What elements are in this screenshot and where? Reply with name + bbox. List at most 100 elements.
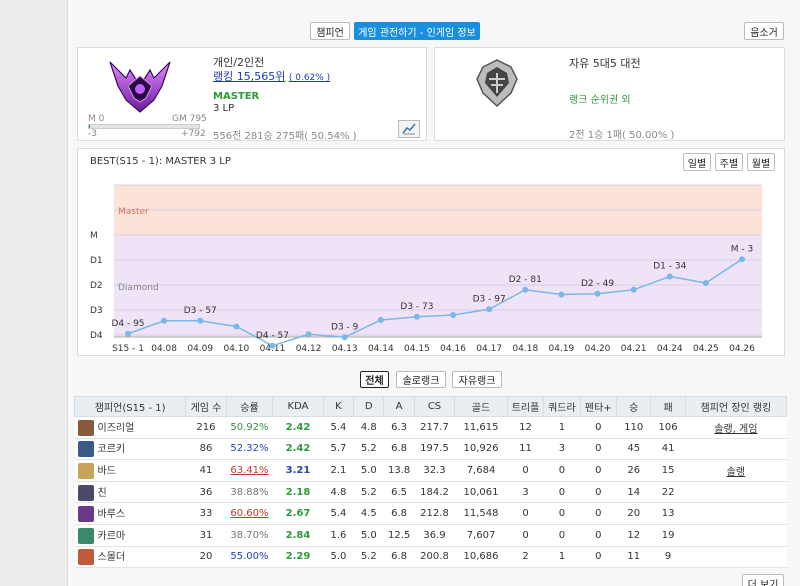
data-point [125,330,131,337]
gold-cell: 7,607 [454,524,508,547]
losses-cell: 9 [650,546,686,569]
mastery-rank-cell[interactable] [685,438,787,461]
data-label: D3 - 73 [400,302,433,312]
data-label: M - 3 [731,244,753,254]
winrate-cell: 60.60% [226,502,273,525]
x-tick-label: 04.21 [621,344,647,354]
bar-max-label: +792 [181,129,206,139]
wins-cell: 14 [616,481,651,504]
wins-cell: 20 [616,502,651,525]
losses-cell: 22 [650,481,686,504]
column-header: 승률 [225,396,274,417]
x-tick-label: 04.10 [223,344,249,354]
champion-portrait-icon [77,419,94,436]
flex-queue-label: 자유 5대5 대전 [569,57,641,70]
y-tick-label: M [90,231,98,241]
champion-cell[interactable]: 친 [74,481,186,504]
assists-cell: 13.8 [383,459,415,482]
mastery-rank-link[interactable]: 솔랭, 게임 [714,424,757,435]
champion-cell[interactable]: 카르마 [74,524,186,547]
penta-cell: 0 [580,416,617,439]
assists-cell: 12.5 [383,524,415,547]
bar-left-label: M 0 [88,114,105,124]
solo-record: 556전 281승 275패( 50.54% ) [213,131,357,142]
column-header: 트리플 [506,396,545,417]
cs-cell: 197.5 [414,438,455,461]
data-point [305,331,312,338]
solo-ranking[interactable]: 랭킹 15,565위 ( 0.62% ) [213,68,330,84]
kills-cell: 5.4 [323,502,354,525]
assists-cell: 6.8 [383,502,415,525]
champion-name: 코르키 [97,444,126,456]
deaths-cell: 5.0 [353,524,384,547]
champion-stats-table: 챔피언(S15 - 1) 게임 수 승률 KDA K D A CS 골드 트리플 쿼드라 펜타+ 승 패 챔… [73,396,788,569]
mastery-rank-link[interactable]: 솔랭 [727,467,745,478]
champion-cell[interactable]: 스몰더 [74,546,186,569]
kda-cell: 3.21 [272,459,324,482]
wins-cell: 45 [616,438,651,461]
quadra-cell: 1 [543,416,581,439]
penta-cell: 0 [580,459,617,482]
data-point [341,334,348,341]
champion-cell[interactable]: 코르키 [74,438,186,461]
solo-rank-card: 개인/2인전 랭킹 15,565위 ( 0.62% ) MASTER 3 LP … [77,47,427,142]
data-point [486,306,493,313]
column-header: 승 [616,396,652,417]
data-point [666,273,673,280]
data-point [594,290,601,297]
champion-name: 이즈리얼 [97,422,135,434]
band-label: Master [118,207,149,217]
more-button[interactable]: 더 보기 [742,574,784,586]
column-header: D [353,396,385,417]
mastery-rank-cell[interactable] [685,502,787,525]
tab-champion[interactable]: 챔피언 [310,22,350,40]
column-header: CS [413,396,456,417]
games-cell: 20 [185,546,227,569]
x-tick-label: 04.24 [657,344,683,354]
penta-cell: 0 [580,546,617,569]
penta-cell: 0 [580,481,617,504]
winrate-cell: 63.41% [226,459,273,482]
triple-cell: 2 [507,546,544,569]
lp-history-chart-card: BEST(S15 - 1): MASTER 3 LP 일별 주별 월별 Mast… [77,148,785,356]
assists-cell: 6.8 [383,546,415,569]
solo-ranking-pct[interactable]: ( 0.62% ) [289,73,330,83]
filter-flex[interactable]: 자유랭크 [452,371,502,388]
winrate-cell: 38.70% [226,524,273,547]
x-tick-label: S15 - 1 [112,344,144,354]
mastery-rank-cell[interactable]: 솔랭, 게임 [685,416,787,439]
games-cell: 216 [185,416,227,439]
solo-lp: 3 LP [213,103,235,114]
champion-name: 카르마 [97,530,126,542]
x-tick-label: 04.14 [368,344,394,354]
data-point [377,317,384,323]
tab-spectate[interactable]: 게임 관전하기 - 인게임 정보 [354,22,480,40]
x-tick-label: 04.15 [404,344,430,354]
data-label: D4 - 95 [111,319,144,329]
winrate-cell: 50.92% [226,416,273,439]
filter-solo[interactable]: 솔로랭크 [396,371,446,388]
mastery-rank-cell[interactable] [685,546,787,569]
champion-cell[interactable]: 바드 [74,459,186,482]
table-row: 코르키 86 52.32% 2.42 5.7 5.2 6.8 197.5 10,926 11 3 0 4… [74,438,787,461]
solo-ranking-link[interactable]: 랭킹 15,565위 [213,70,285,83]
mastery-rank-cell[interactable]: 솔랭 [685,459,787,482]
losses-cell: 106 [650,416,686,439]
table-header-row: 챔피언(S15 - 1) 게임 수 승률 KDA K D A CS 골드 트리플 쿼드라 펜타+ 승 패 챔… [73,396,788,417]
champion-cell[interactable]: 이즈리얼 [74,416,186,439]
winrate-cell: 55.00% [226,546,273,569]
x-tick-label: 04.13 [332,344,358,354]
mute-button[interactable]: 음소거 [744,22,784,40]
graph-icon[interactable] [398,120,420,138]
penta-cell: 0 [580,502,617,525]
quadra-cell: 0 [543,481,581,504]
champion-cell[interactable]: 바루스 [74,502,186,525]
mastery-rank-cell[interactable] [685,481,787,504]
column-header: 챔피언(S15 - 1) [73,396,187,417]
gold-cell: 11,548 [454,502,508,525]
wins-cell: 110 [616,416,651,439]
kills-cell: 5.0 [323,546,354,569]
mastery-rank-cell[interactable] [685,524,787,547]
filter-all[interactable]: 전체 [360,371,389,388]
losses-cell: 13 [650,502,686,525]
